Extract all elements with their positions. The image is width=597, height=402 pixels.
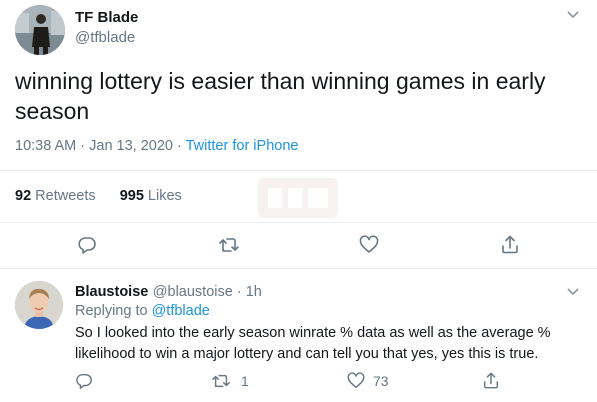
tweet-timestamp[interactable]: 10:38 AM · Jan 13, 2020 · bbox=[15, 138, 186, 154]
tweet-source-link[interactable]: Twitter for iPhone bbox=[186, 138, 299, 154]
author-handle[interactable]: @tfblade bbox=[75, 29, 135, 46]
reply-share-button[interactable] bbox=[482, 371, 500, 390]
like-button[interactable] bbox=[359, 235, 379, 255]
retweets-stat[interactable]: 92 Retweets bbox=[15, 188, 96, 204]
divider bbox=[0, 268, 597, 269]
heart-icon bbox=[347, 372, 365, 389]
reply-author-handle[interactable]: @blaustoise · 1h bbox=[153, 284, 262, 300]
reply-reply-button[interactable] bbox=[75, 372, 93, 390]
reply-like-button[interactable]: 73 bbox=[347, 372, 389, 390]
share-icon bbox=[502, 235, 518, 254]
avatar-photo bbox=[15, 281, 63, 329]
heart-icon bbox=[359, 235, 379, 253]
chevron-down-icon[interactable] bbox=[566, 287, 580, 297]
author-name[interactable]: TF Blade bbox=[75, 9, 138, 26]
chevron-down-icon[interactable] bbox=[566, 10, 580, 20]
reply-author-avatar[interactable] bbox=[15, 281, 63, 329]
reply-icon bbox=[76, 373, 92, 389]
retweet-icon bbox=[212, 374, 230, 388]
reply-icon bbox=[78, 237, 96, 254]
divider bbox=[0, 170, 597, 171]
reply-author-name[interactable]: Blaustoise bbox=[75, 284, 148, 300]
likes-count: 995 bbox=[119, 188, 144, 204]
retweets-label: Retweets bbox=[35, 188, 96, 204]
replying-to-label: Replying to bbox=[75, 303, 148, 319]
reply-like-count: 73 bbox=[373, 373, 389, 389]
author-avatar[interactable] bbox=[15, 5, 65, 55]
reply-button[interactable] bbox=[77, 235, 97, 255]
tweet-stats: 92 Retweets 995 Likes bbox=[15, 188, 182, 204]
tweet-text: winning lottery is easier than winning g… bbox=[15, 68, 546, 124]
likes-stat[interactable]: 995 Likes bbox=[120, 188, 182, 204]
retweet-icon bbox=[219, 238, 239, 252]
tweet-meta: 10:38 AM · Jan 13, 2020 · Twitter for iP… bbox=[15, 138, 298, 154]
likes-label: Likes bbox=[147, 188, 182, 204]
retweets-count: 92 bbox=[15, 188, 32, 204]
share-icon bbox=[483, 372, 499, 389]
reply-retweet-button[interactable]: 1 bbox=[211, 372, 249, 390]
reply-header: Blaustoise @blaustoise · 1h bbox=[75, 283, 262, 301]
divider bbox=[0, 222, 597, 223]
avatar-photo bbox=[15, 5, 65, 55]
share-button[interactable] bbox=[500, 234, 520, 255]
reply-text: So I looked into the early season winrat… bbox=[75, 325, 551, 362]
retweet-button[interactable] bbox=[218, 235, 240, 255]
replying-to-handle-link[interactable]: @tfblade bbox=[152, 303, 210, 319]
reply-retweet-count: 1 bbox=[241, 373, 249, 389]
replying-to: Replying to @tfblade bbox=[75, 303, 210, 319]
